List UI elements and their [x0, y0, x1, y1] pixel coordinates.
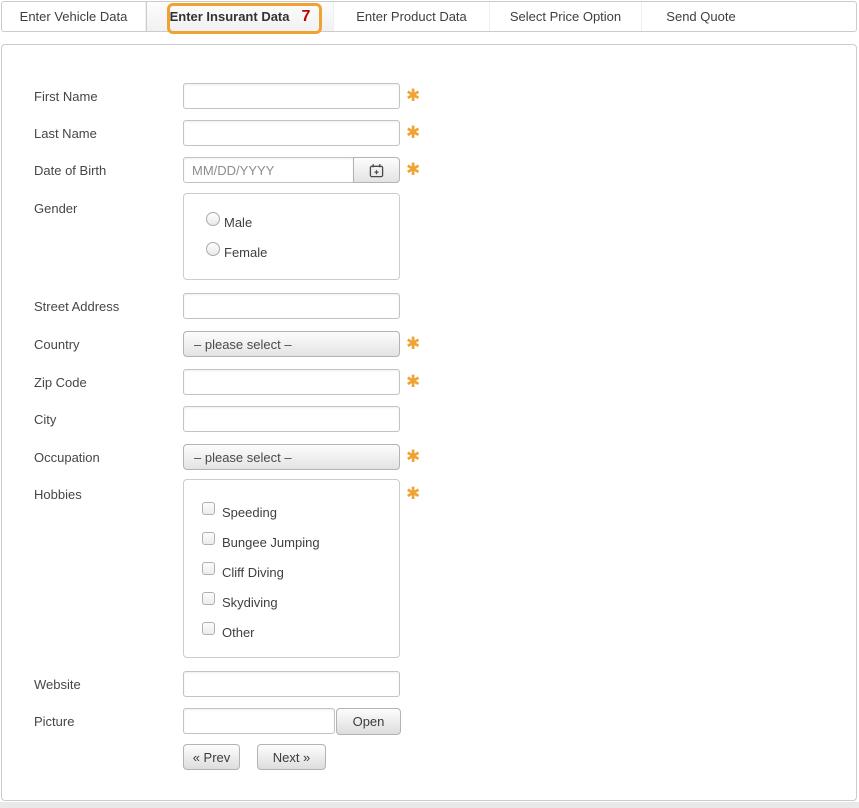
- form-row-country: Country – please select – ✱: [2, 331, 856, 359]
- form-row-last-name: Last Name ✱: [2, 120, 856, 148]
- tab-label: Enter Insurant Data: [170, 9, 290, 24]
- page-background-strip: [0, 802, 859, 808]
- tab-enter-product-data[interactable]: Enter Product Data: [334, 2, 490, 31]
- date-of-birth-label: Date of Birth: [34, 163, 106, 178]
- form-row-gender: Gender Male Female: [2, 193, 856, 280]
- gender-group-box: Male Female: [183, 193, 400, 280]
- zip-code-input[interactable]: [183, 369, 400, 395]
- required-asterisk-icon: ✱: [406, 124, 420, 141]
- insurant-data-form-panel: First Name ✱ Last Name ✱ Date of Birth ✱…: [1, 44, 857, 801]
- street-address-label: Street Address: [34, 299, 119, 314]
- gender-female-label: Female: [224, 245, 267, 260]
- form-row-street-address: Street Address: [2, 293, 856, 321]
- required-asterisk-icon: ✱: [406, 448, 420, 465]
- website-input[interactable]: [183, 671, 400, 697]
- required-asterisk-icon: ✱: [406, 161, 420, 178]
- occupation-select[interactable]: – please select –: [183, 444, 400, 470]
- first-name-input[interactable]: [183, 83, 400, 109]
- hobby-option-bungee-jumping: Bungee Jumping: [184, 532, 399, 548]
- hobby-cliff-diving-checkbox[interactable]: [202, 562, 215, 575]
- last-name-input[interactable]: [183, 120, 400, 146]
- tab-label: Send Quote: [666, 9, 735, 24]
- hobby-speeding-checkbox[interactable]: [202, 502, 215, 515]
- calendar-icon: [369, 163, 384, 178]
- hobby-cliff-diving-label: Cliff Diving: [222, 565, 284, 580]
- annotation-step-number: 7: [302, 8, 311, 26]
- occupation-selected-value: – please select –: [194, 450, 292, 465]
- gender-female-radio[interactable]: [206, 242, 220, 256]
- hobby-other-checkbox[interactable]: [202, 622, 215, 635]
- hobby-skydiving-checkbox[interactable]: [202, 592, 215, 605]
- gender-option-female: Female: [184, 242, 399, 258]
- form-row-city: City: [2, 406, 856, 434]
- tab-enter-insurant-data[interactable]: Enter Insurant Data 7: [146, 2, 334, 31]
- country-label: Country: [34, 337, 80, 352]
- hobby-option-other: Other: [184, 622, 399, 638]
- first-name-label: First Name: [34, 89, 98, 104]
- form-row-zip-code: Zip Code ✱: [2, 369, 856, 397]
- prev-button[interactable]: « Prev: [183, 744, 240, 770]
- last-name-label: Last Name: [34, 126, 97, 141]
- city-label: City: [34, 412, 56, 427]
- hobby-skydiving-label: Skydiving: [222, 595, 278, 610]
- zip-code-label: Zip Code: [34, 375, 87, 390]
- required-asterisk-icon: ✱: [406, 87, 420, 104]
- calendar-picker-button[interactable]: [353, 157, 400, 183]
- tab-label: Select Price Option: [510, 9, 621, 24]
- required-asterisk-icon: ✱: [406, 335, 420, 352]
- form-row-hobbies: Hobbies Speeding Bungee Jumping Cliff Di…: [2, 479, 856, 658]
- gender-label: Gender: [34, 201, 77, 216]
- picture-path-input[interactable]: [183, 708, 335, 734]
- hobbies-label: Hobbies: [34, 487, 82, 502]
- form-row-date-of-birth: Date of Birth ✱: [2, 157, 856, 185]
- hobby-option-skydiving: Skydiving: [184, 592, 399, 608]
- required-asterisk-icon: ✱: [406, 485, 420, 502]
- hobby-bungee-jumping-label: Bungee Jumping: [222, 535, 320, 550]
- tab-label: Enter Vehicle Data: [20, 9, 128, 24]
- form-row-navigation-buttons: « Prev Next »: [2, 744, 856, 772]
- website-label: Website: [34, 677, 81, 692]
- hobby-bungee-jumping-checkbox[interactable]: [202, 532, 215, 545]
- form-row-first-name: First Name ✱: [2, 83, 856, 111]
- hobby-other-label: Other: [222, 625, 255, 640]
- tab-enter-vehicle-data[interactable]: Enter Vehicle Data: [2, 2, 146, 31]
- gender-male-label: Male: [224, 215, 252, 230]
- street-address-input[interactable]: [183, 293, 400, 319]
- gender-male-radio[interactable]: [206, 212, 220, 226]
- occupation-label: Occupation: [34, 450, 100, 465]
- form-row-website: Website: [2, 671, 856, 699]
- wizard-tabbar: Enter Vehicle Data Enter Insurant Data 7…: [1, 1, 857, 32]
- picture-label: Picture: [34, 714, 74, 729]
- hobby-speeding-label: Speeding: [222, 505, 277, 520]
- tab-send-quote[interactable]: Send Quote: [642, 2, 760, 31]
- city-input[interactable]: [183, 406, 400, 432]
- next-button[interactable]: Next »: [257, 744, 326, 770]
- form-row-occupation: Occupation – please select – ✱: [2, 444, 856, 472]
- date-of-birth-input[interactable]: [183, 157, 354, 183]
- tab-label: Enter Product Data: [356, 9, 467, 24]
- country-selected-value: – please select –: [194, 337, 292, 352]
- open-picture-button[interactable]: Open: [336, 708, 401, 735]
- tabbar-filler: [760, 2, 856, 31]
- country-select[interactable]: – please select –: [183, 331, 400, 357]
- hobby-option-cliff-diving: Cliff Diving: [184, 562, 399, 578]
- tab-select-price-option[interactable]: Select Price Option: [490, 2, 642, 31]
- hobby-option-speeding: Speeding: [184, 502, 399, 518]
- gender-option-male: Male: [184, 212, 399, 228]
- required-asterisk-icon: ✱: [406, 373, 420, 390]
- hobbies-group-box: Speeding Bungee Jumping Cliff Diving Sky…: [183, 479, 400, 658]
- form-row-picture: Picture Open: [2, 708, 856, 736]
